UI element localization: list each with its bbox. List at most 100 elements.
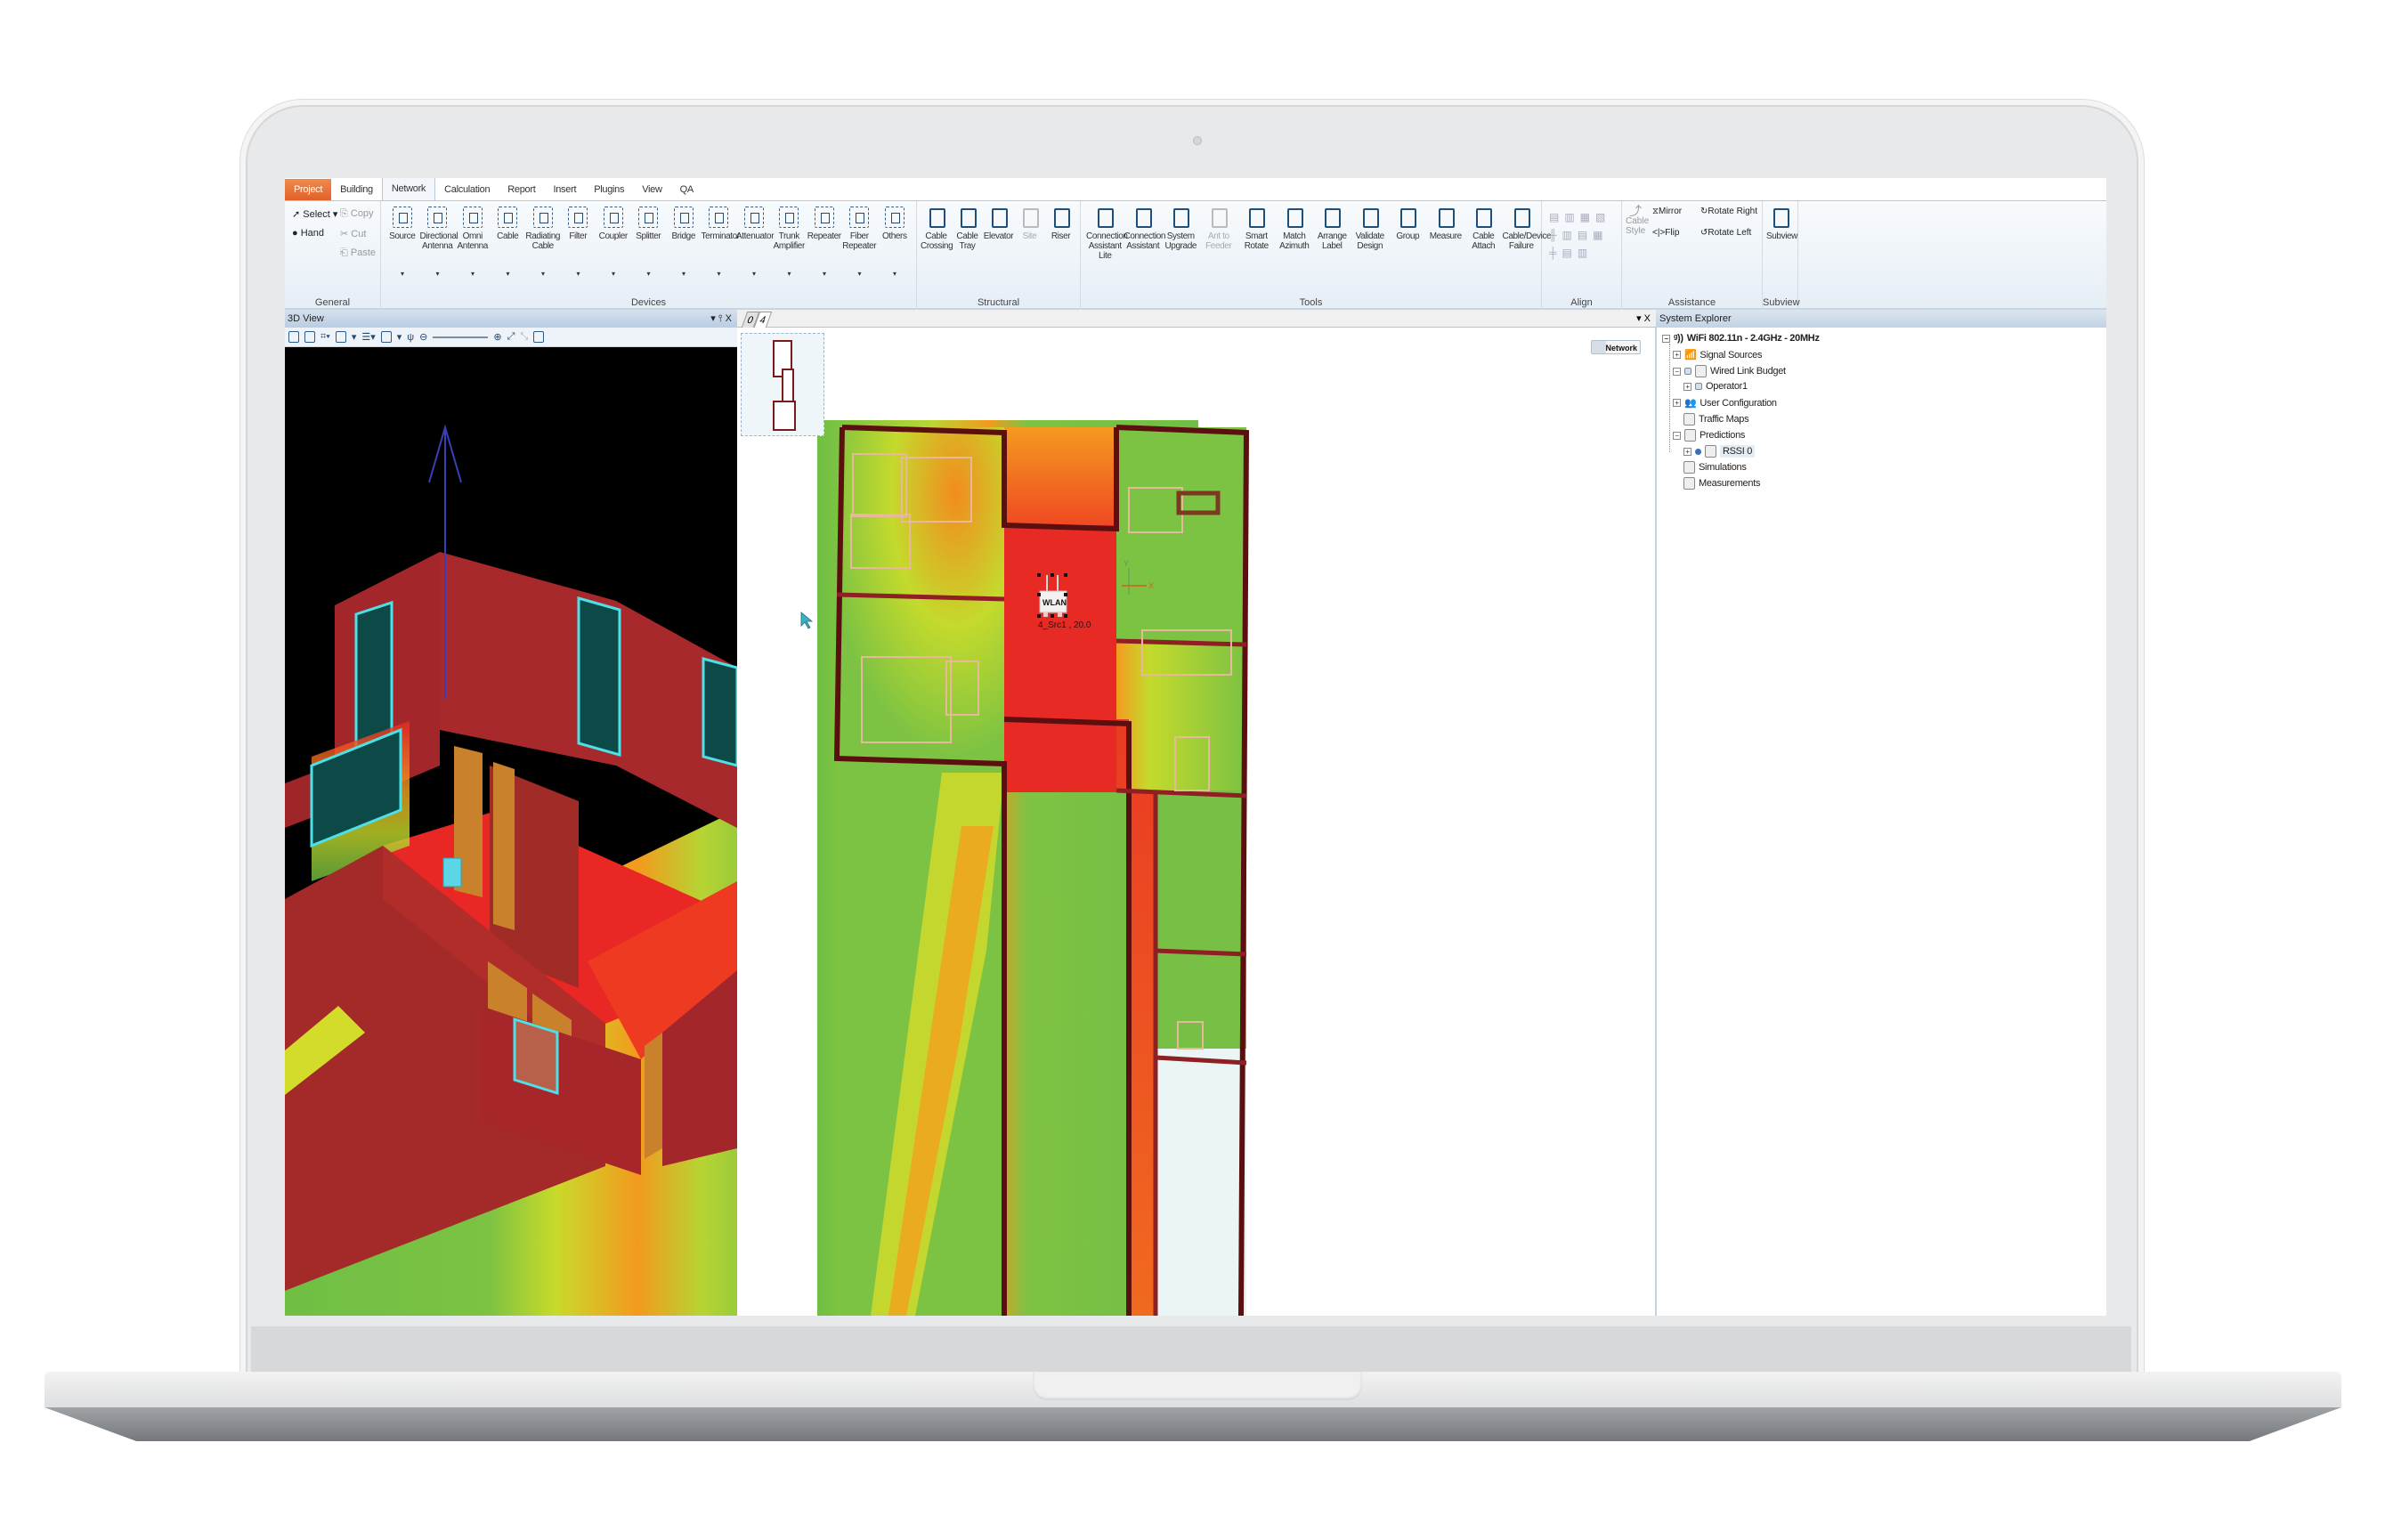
- connection-assistant-lite-button[interactable]: Connection Assistant Lite: [1086, 207, 1128, 261]
- splitter-button[interactable]: Splitter ▾: [631, 207, 667, 279]
- expand-icon[interactable]: +: [1673, 351, 1681, 359]
- tree-item-signal-sources[interactable]: + 📶 Signal Sources: [1673, 349, 1763, 361]
- collapse-icon[interactable]: −: [1673, 431, 1681, 440]
- tree-item-network[interactable]: − ᵍ)) WiFi 802.11n - 2.4GHz - 20MHz: [1662, 333, 1820, 344]
- tab-calculation[interactable]: Calculation: [435, 179, 499, 200]
- dropdown-arrow-icon[interactable]: ▾: [631, 269, 667, 279]
- measure-button[interactable]: Measure: [1427, 207, 1465, 251]
- validate-design-button[interactable]: Validate Design: [1351, 207, 1390, 251]
- display-icon[interactable]: [380, 331, 392, 343]
- match-azimuth-button[interactable]: Match Azimuth: [1276, 207, 1314, 251]
- cable-device-failure-button[interactable]: Cable/Device Failure: [1503, 207, 1552, 251]
- bridge-button[interactable]: Bridge ▾: [666, 207, 702, 279]
- expand-icon[interactable]: +: [1673, 399, 1681, 407]
- subview-button[interactable]: Subview: [1766, 207, 1797, 241]
- collapse-icon[interactable]: −: [1673, 367, 1681, 376]
- smart-rotate-button[interactable]: Smart Rotate: [1237, 207, 1276, 251]
- tab-building[interactable]: Building: [331, 179, 382, 200]
- tree-item-traffic-maps[interactable]: Traffic Maps: [1683, 413, 1749, 426]
- tree-item-operator1[interactable]: + Operator1: [1683, 381, 1748, 392]
- tree-item-wired-link-budget[interactable]: − Wired Link Budget: [1673, 365, 1786, 377]
- dropdown-arrow-icon[interactable]: ▾: [772, 269, 807, 279]
- select-button[interactable]: ➚ Select ▾: [292, 208, 337, 220]
- expand-icon[interactable]: +: [1683, 447, 1691, 456]
- collapse-icon[interactable]: ⤡: [520, 331, 528, 343]
- riser-button[interactable]: Riser: [1045, 207, 1076, 251]
- view3d-canvas[interactable]: [285, 347, 737, 1316]
- ant-to-feeder-button[interactable]: Ant to Feeder: [1200, 207, 1238, 251]
- dropdown-arrow-icon[interactable]: ▾: [525, 269, 561, 279]
- attenuator-button[interactable]: Attenuator ▾: [736, 207, 775, 279]
- tab-project[interactable]: Project: [285, 179, 332, 200]
- paste-button[interactable]: ⎗ Paste: [340, 247, 376, 259]
- plan-pane-controls[interactable]: ▾ X: [1636, 312, 1651, 324]
- repeater-button[interactable]: Repeater ▾: [807, 207, 842, 279]
- cable-style-button[interactable]: ⤴ Cable Style: [1626, 205, 1649, 236]
- rotate-right-button[interactable]: ↻Rotate Right: [1700, 207, 1757, 216]
- dropdown-arrow-icon[interactable]: ▾: [807, 269, 842, 279]
- expand-icon[interactable]: ⤢: [507, 331, 515, 343]
- dropdown-arrow-icon[interactable]: ▾: [385, 269, 420, 279]
- dropdown-arrow-icon[interactable]: ▾: [455, 269, 491, 279]
- fiber-repeater-button[interactable]: Fiber Repeater ▾: [842, 207, 878, 279]
- tree-item-predictions[interactable]: − Predictions: [1673, 429, 1745, 442]
- tab-qa[interactable]: QA: [671, 179, 702, 200]
- tree-item-user-configuration[interactable]: + 👥 User Configuration: [1673, 397, 1777, 409]
- source-button[interactable]: Source ▾: [385, 207, 420, 279]
- tree-item-measurements[interactable]: Measurements: [1683, 477, 1760, 490]
- zoom-in-icon[interactable]: ⊕: [493, 331, 501, 343]
- coupler-button[interactable]: Coupler ▾: [596, 207, 631, 279]
- antenna-icon[interactable]: ψ: [407, 332, 414, 343]
- dropdown-arrow-icon[interactable]: ▾: [877, 269, 913, 279]
- dropdown-arrow-icon[interactable]: ▾: [420, 269, 456, 279]
- grid-icon[interactable]: [304, 331, 315, 343]
- zoom-out-icon[interactable]: ⊖: [419, 331, 427, 343]
- omni-antenna-button[interactable]: Omni Antenna ▾: [455, 207, 491, 279]
- tab-report[interactable]: Report: [499, 179, 544, 200]
- tab-network[interactable]: Network: [381, 178, 436, 200]
- dropdown-arrow-icon[interactable]: ▾: [736, 269, 772, 279]
- radio-selected-icon[interactable]: [1695, 448, 1701, 455]
- dropdown-arrow-icon[interactable]: ▾: [702, 269, 737, 279]
- site-button[interactable]: Site: [1014, 207, 1045, 251]
- floors-icon[interactable]: ☰▾: [361, 331, 375, 343]
- zoom-slider[interactable]: [433, 336, 489, 338]
- connection-assistant-button[interactable]: Connection Assistant: [1124, 207, 1165, 251]
- checkbox-icon[interactable]: [1695, 383, 1702, 390]
- group-button[interactable]: Group: [1389, 207, 1427, 251]
- dropdown-arrow-icon[interactable]: ▾: [842, 269, 878, 279]
- dropdown-arrow-icon[interactable]: ▾: [491, 269, 526, 279]
- fit-icon[interactable]: ⌗▾: [320, 331, 330, 343]
- window-icon[interactable]: [533, 331, 545, 343]
- tree-item-simulations[interactable]: Simulations: [1683, 461, 1747, 474]
- cable-attach-button[interactable]: Cable Attach: [1464, 207, 1503, 251]
- copy-button[interactable]: ⎘ Copy: [340, 208, 374, 220]
- system-upgrade-button[interactable]: System Upgrade: [1162, 207, 1200, 251]
- dropdown-arrow-icon[interactable]: ▾: [561, 269, 596, 279]
- view3d-pane-controls[interactable]: ▾ ⫯ X: [710, 310, 732, 328]
- trunk-amplifier-button[interactable]: Trunk Amplifier ▾: [772, 207, 807, 279]
- minimap[interactable]: [741, 333, 824, 436]
- tree-item-rssi-0[interactable]: + RSSI 0: [1683, 445, 1756, 458]
- arrange-label-button[interactable]: Arrange Label: [1313, 207, 1351, 251]
- rotate-left-button[interactable]: ↺Rotate Left: [1700, 228, 1751, 238]
- hand-button[interactable]: ● Hand: [292, 228, 324, 239]
- camera-reset-icon[interactable]: [288, 331, 299, 343]
- cut-button[interactable]: ✂ Cut: [340, 228, 366, 239]
- flip-button[interactable]: <|>Flip: [1652, 228, 1679, 238]
- tab-insert[interactable]: Insert: [544, 179, 585, 200]
- directional-antenna-button[interactable]: Directional Antenna ▾: [420, 207, 458, 279]
- terminator-button[interactable]: Terminator ▾: [702, 207, 740, 279]
- layers-icon[interactable]: [335, 331, 346, 343]
- align-icons[interactable]: ▤▥▦▧ ╫▥▤▦ ╪▤▥: [1549, 208, 1610, 262]
- cable-crossing-button[interactable]: Cable Crossing: [921, 207, 953, 251]
- checkbox-icon[interactable]: [1684, 368, 1691, 375]
- dropdown-arrow-icon[interactable]: ▾: [596, 269, 631, 279]
- filter-button[interactable]: Filter ▾: [561, 207, 596, 279]
- expand-icon[interactable]: +: [1683, 382, 1691, 391]
- elevator-button[interactable]: Elevator: [983, 207, 1014, 251]
- tab-plugins[interactable]: Plugins: [585, 179, 633, 200]
- plan-view[interactable]: Network Y X WLAN 4_Src1 , 20.0: [737, 328, 1656, 1316]
- cable-button[interactable]: Cable ▾: [491, 207, 526, 279]
- cable-tray-button[interactable]: Cable Tray: [952, 207, 983, 251]
